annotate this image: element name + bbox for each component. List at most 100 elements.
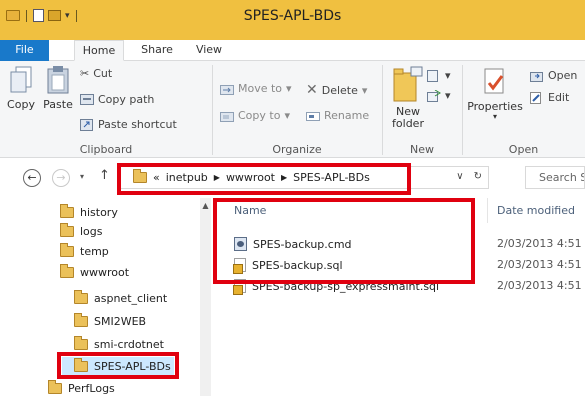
paste-icon xyxy=(47,66,69,94)
column-divider[interactable] xyxy=(487,198,488,223)
chevron-down-icon[interactable]: ∨ xyxy=(456,171,463,182)
file-name: SPES-backup-sp_expressmaint.sql xyxy=(233,279,439,295)
edit-button[interactable]: Edit xyxy=(530,91,569,104)
tree-item-label: history xyxy=(80,205,118,219)
copy-to-button[interactable]: Copy to ▾ xyxy=(220,109,290,122)
file-date: 2/03/2013 4:51 A xyxy=(497,237,585,250)
new-folder-label: New folder xyxy=(392,105,424,130)
open-button[interactable]: Open xyxy=(530,69,577,82)
breadcrumb-wwwroot[interactable]: wwwroot xyxy=(226,171,275,184)
tree-item-label: temp xyxy=(80,244,109,258)
properties-icon xyxy=(484,68,504,94)
tree-item-label: smi-crdotnet xyxy=(94,337,164,351)
tab-file[interactable]: File xyxy=(0,40,49,61)
group-label-clipboard: Clipboard xyxy=(79,143,133,156)
new-item-icon xyxy=(427,69,438,82)
recent-locations-button[interactable]: ▾ xyxy=(80,172,84,181)
tree-item-smi-crdotnet[interactable]: smi-crdotnet xyxy=(74,335,164,353)
breadcrumb-overflow[interactable]: « xyxy=(153,171,160,184)
rename-icon xyxy=(306,111,320,121)
file-name: SPES-backup.cmd xyxy=(234,237,352,251)
tree-item-wwwroot[interactable]: wwwroot xyxy=(60,263,129,281)
tree-item-smi2web[interactable]: SMI2WEB xyxy=(74,312,146,330)
copy-to-icon xyxy=(220,111,234,122)
search-input[interactable]: Search SI xyxy=(525,166,585,189)
arrow-right-icon: → xyxy=(56,171,66,184)
scissors-icon: ✂ xyxy=(80,67,90,80)
tree-item-temp[interactable]: temp xyxy=(60,242,109,260)
cut-button[interactable]: ✂ Cut xyxy=(80,67,112,80)
chevron-down-icon: ▾ xyxy=(445,89,451,102)
edit-label: Edit xyxy=(548,91,570,104)
file-row[interactable]: SPES-backup.cmd 2/03/2013 4:51 A xyxy=(212,233,585,253)
tree-item-label: PerfLogs xyxy=(68,381,115,395)
refresh-icon[interactable]: ↻ xyxy=(474,171,482,182)
group-label-open: Open xyxy=(508,143,539,156)
edit-icon xyxy=(530,91,541,104)
new-folder-button[interactable]: New folder xyxy=(386,65,430,130)
chevron-down-icon: ▾ xyxy=(361,83,368,97)
ribbon-divider xyxy=(462,65,463,155)
move-to-button[interactable]: Move to ▾ xyxy=(220,82,292,95)
tree-item-label: logs xyxy=(80,224,103,238)
new-folder-icon xyxy=(393,66,423,102)
tree-item-logs[interactable]: logs xyxy=(60,222,103,240)
paste-shortcut-button[interactable]: Paste shortcut xyxy=(80,118,177,131)
tab-view[interactable]: View xyxy=(189,40,229,61)
delete-button[interactable]: ✕ Delete ▾ xyxy=(306,82,367,98)
copy-path-label: Copy path xyxy=(98,93,155,106)
breadcrumb-spes-apl-bds[interactable]: SPES-APL-BDs xyxy=(293,171,370,184)
file-row[interactable]: SPES-backup.sql 2/03/2013 4:51 A xyxy=(212,254,585,274)
chevron-down-icon: ▾ xyxy=(284,109,290,122)
up-button[interactable]: ↑ xyxy=(99,168,110,183)
tree-item-aspnet-client[interactable]: aspnet_client xyxy=(74,289,167,307)
ribbon: Copy Paste ✂ Cut Copy path Paste shortcu… xyxy=(0,61,585,158)
ribbon-tabs: File Home Share View xyxy=(0,40,585,61)
breadcrumb-inetpub[interactable]: inetpub xyxy=(166,171,208,184)
easy-access-button[interactable]: ▾ xyxy=(427,89,451,102)
folder-icon xyxy=(74,357,88,372)
navigation-pane: history logs temp wwwroot aspnet_client … xyxy=(0,198,211,396)
copy-label: Copy xyxy=(7,98,35,111)
copy-path-icon xyxy=(80,94,94,105)
copy-path-button[interactable]: Copy path xyxy=(80,93,154,106)
file-name: SPES-backup.sql xyxy=(233,258,343,274)
back-button[interactable]: ← xyxy=(23,169,41,187)
ribbon-divider xyxy=(212,65,213,155)
tab-share[interactable]: Share xyxy=(137,40,177,61)
folder-icon xyxy=(74,289,88,304)
paste-button[interactable]: Paste xyxy=(40,65,76,111)
file-row[interactable]: SPES-backup-sp_expressmaint.sql 2/03/201… xyxy=(212,275,585,295)
copy-button[interactable]: Copy xyxy=(4,65,38,111)
move-to-icon xyxy=(220,84,234,95)
navigation-bar: ← → ▾ ↑ « inetpub ▶ wwwroot ▶ SPES-APL-B… xyxy=(0,158,585,198)
group-label-organize: Organize xyxy=(272,143,322,156)
chevron-down-icon: ▾ xyxy=(286,82,292,95)
easy-access-icon xyxy=(427,89,441,102)
chevron-down-icon: ▾ xyxy=(80,172,85,181)
tab-home[interactable]: Home xyxy=(74,40,124,61)
new-item-button[interactable]: ▾ xyxy=(427,69,451,82)
forward-button[interactable]: → xyxy=(52,169,70,187)
column-header-date-modified[interactable]: Date modified xyxy=(497,198,575,223)
chevron-right-icon[interactable]: ▶ xyxy=(214,173,220,182)
cut-label: Cut xyxy=(93,67,113,80)
properties-button[interactable]: Properties ▾ xyxy=(466,67,524,121)
column-header-name[interactable]: Name xyxy=(234,198,266,223)
chevron-right-icon[interactable]: ▶ xyxy=(281,173,287,182)
file-name-label: SPES-backup.cmd xyxy=(253,237,352,251)
folder-icon xyxy=(60,222,74,237)
tree-item-history[interactable]: history xyxy=(60,203,118,221)
tree-item-spes-apl-bds[interactable]: SPES-APL-BDs xyxy=(62,357,174,375)
tree-item-perflogs[interactable]: PerfLogs xyxy=(48,379,115,396)
folder-icon xyxy=(60,263,74,278)
file-date: 2/03/2013 4:51 A xyxy=(497,258,585,271)
address-bar[interactable]: « inetpub ▶ wwwroot ▶ SPES-APL-BDs ∨ ↻ xyxy=(119,166,489,189)
tree-item-label: aspnet_client xyxy=(94,291,168,305)
open-icon xyxy=(530,71,543,82)
chevron-down-icon: ▾ xyxy=(445,69,451,82)
tree-scrollbar[interactable]: ▲ xyxy=(200,198,211,396)
paste-shortcut-icon xyxy=(80,118,93,131)
rename-button[interactable]: Rename xyxy=(306,109,369,122)
chevron-up-icon[interactable]: ▲ xyxy=(200,201,211,210)
